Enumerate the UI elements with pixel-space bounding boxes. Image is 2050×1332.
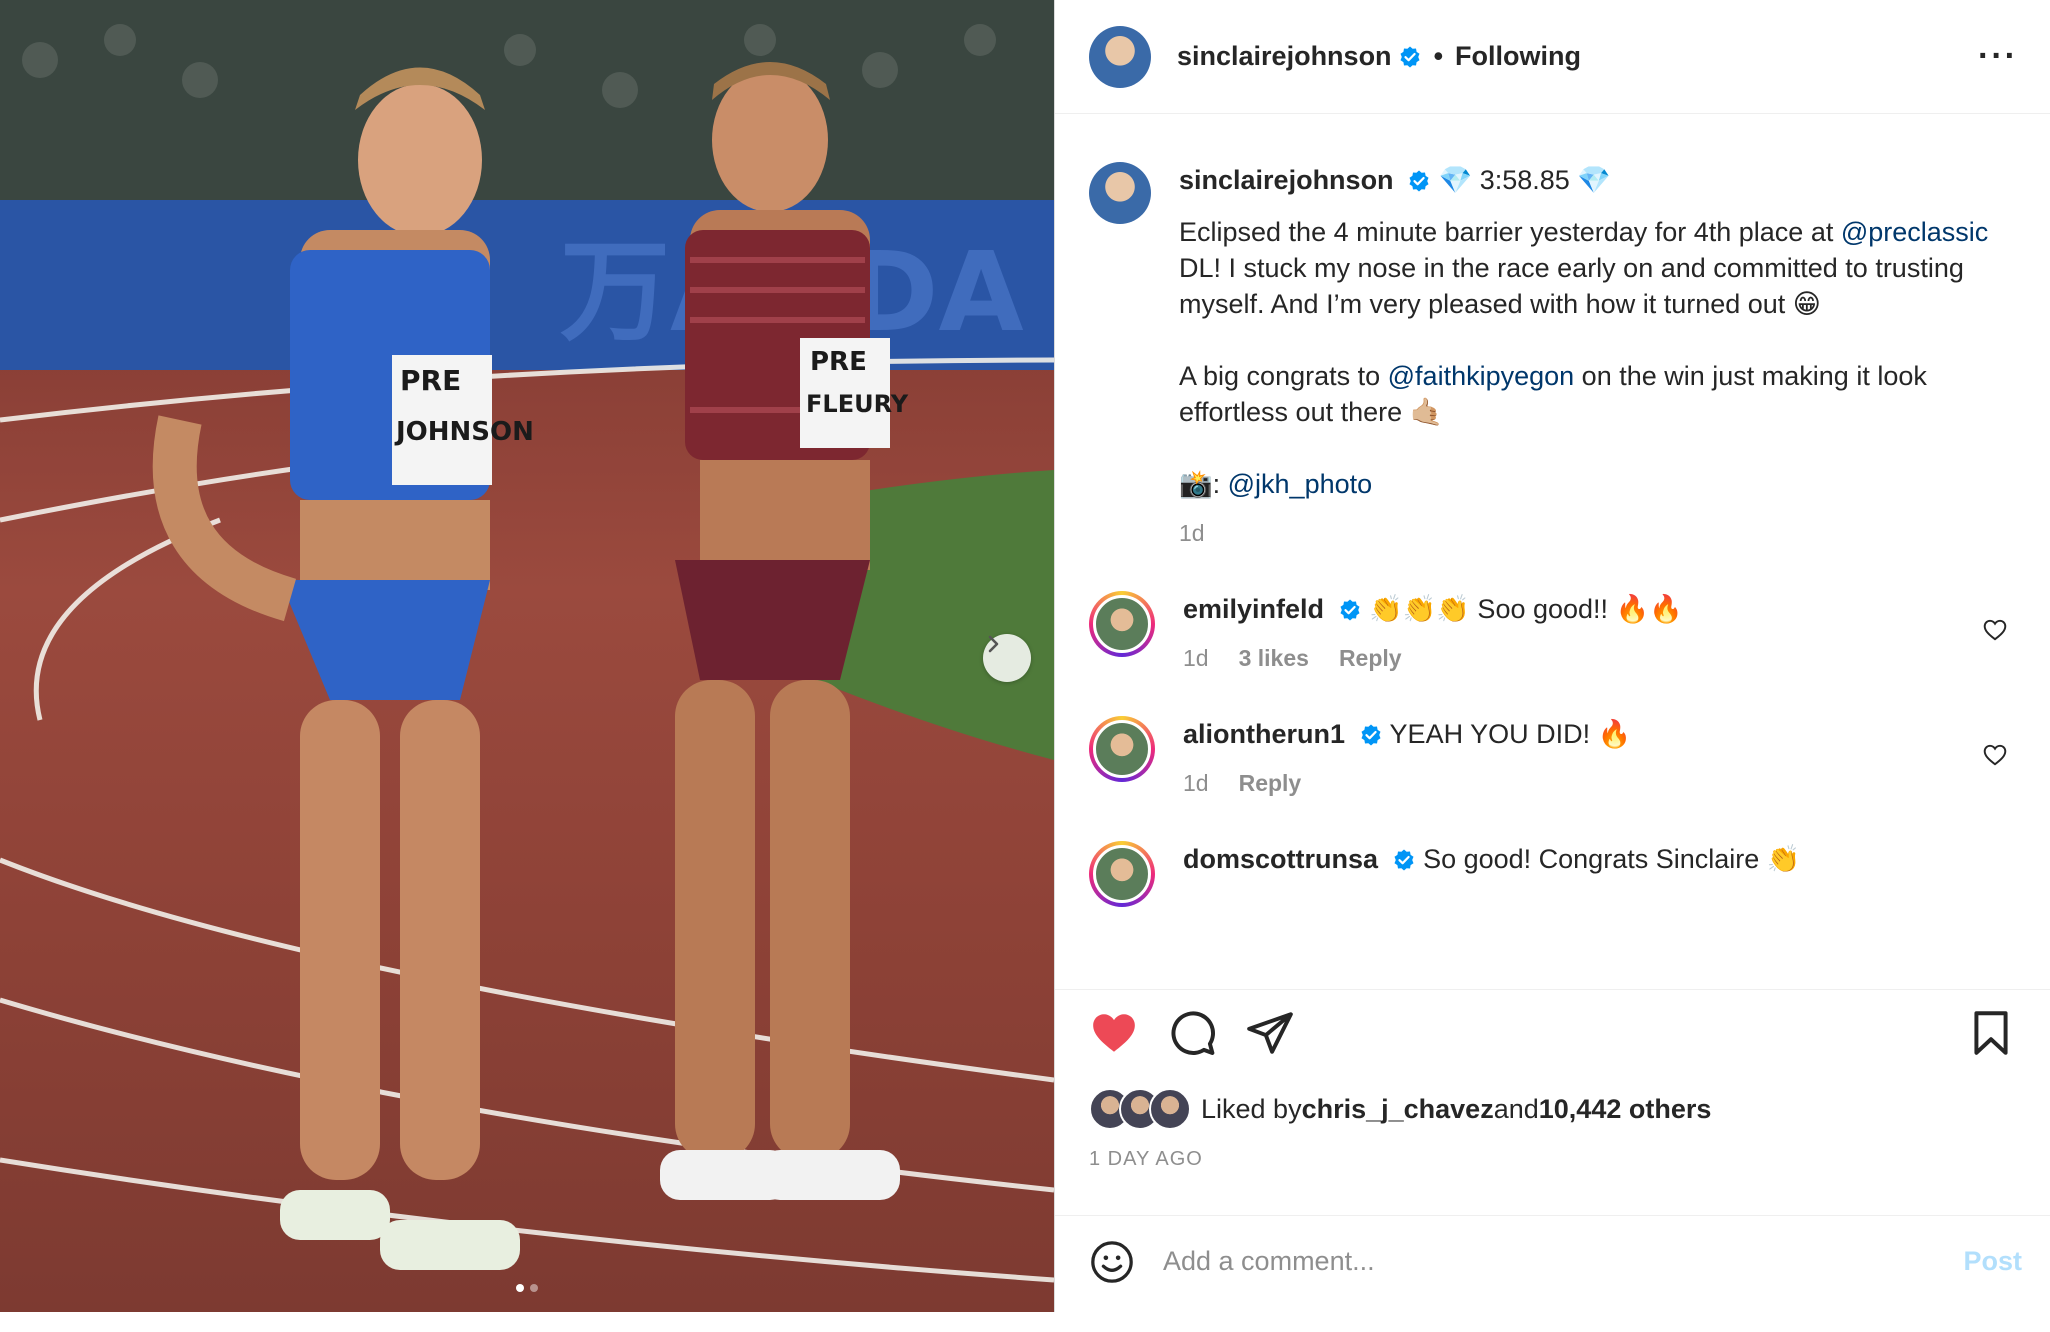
post-actions: Liked by chris_j_chavez and 10,442 other… bbox=[1055, 989, 2050, 1332]
comment-time[interactable]: 1d bbox=[1183, 645, 1209, 672]
verified-badge-icon bbox=[1340, 599, 1360, 621]
post-header: sinclairejohnson • Following ··· bbox=[1055, 0, 2050, 114]
caption-avatar[interactable] bbox=[1089, 162, 1151, 224]
caption-username[interactable]: sinclairejohnson bbox=[1179, 165, 1394, 195]
svg-text:JOHNSON: JOHNSON bbox=[394, 417, 534, 447]
share-icon[interactable] bbox=[1245, 1008, 1295, 1058]
comment-item: emilyinfeld 👏👏👏 Soo good!! 🔥🔥 1d 3 likes… bbox=[1089, 591, 2016, 672]
comments-list[interactable]: sinclairejohnson 💎 3:58.85 💎 Eclipsed th… bbox=[1055, 114, 2050, 989]
carousel-dots bbox=[516, 1284, 538, 1292]
comment-input[interactable] bbox=[1161, 1245, 1964, 1278]
caption-title: 💎 3:58.85 💎 bbox=[1438, 165, 1611, 195]
likes-and: and bbox=[1493, 1093, 1539, 1124]
comment-avatar[interactable] bbox=[1089, 841, 1155, 907]
comment-username[interactable]: domscottrunsa bbox=[1183, 844, 1378, 874]
comment-avatar[interactable] bbox=[1089, 591, 1155, 657]
likes-summary: Liked by chris_j_chavez and 10,442 other… bbox=[1089, 1088, 2016, 1130]
liker-avatars bbox=[1089, 1088, 1191, 1130]
comment-text: YEAH YOU DID! 🔥 bbox=[1389, 719, 1632, 749]
author-avatar[interactable] bbox=[1089, 25, 1151, 88]
carousel-dot bbox=[530, 1284, 538, 1292]
comment-likes[interactable]: 3 likes bbox=[1239, 645, 1309, 672]
track-scene: 万ANDA PRE JOHNSON bbox=[0, 0, 1054, 1283]
caption-text-part: A big congrats to bbox=[1179, 361, 1388, 391]
verified-badge-icon bbox=[1394, 849, 1414, 871]
carousel-dot bbox=[516, 1284, 524, 1292]
caption-text: Eclipsed the 4 minute barrier yesterday … bbox=[1179, 214, 2016, 502]
post-comment-button[interactable]: Post bbox=[1963, 1246, 2022, 1277]
svg-text:PRE: PRE bbox=[810, 347, 867, 377]
verified-badge-icon bbox=[1400, 46, 1420, 67]
svg-text:PRE: PRE bbox=[400, 364, 461, 397]
like-comment-heart-icon[interactable] bbox=[1982, 617, 2008, 643]
caption-entry: sinclairejohnson 💎 3:58.85 💎 Eclipsed th… bbox=[1089, 162, 2016, 547]
save-bookmark-icon[interactable] bbox=[1966, 1008, 2016, 1058]
caption-time[interactable]: 1d bbox=[1179, 520, 1205, 547]
mention-link[interactable]: @jkh_photo bbox=[1228, 469, 1373, 499]
comment-text: So good! Congrats Sinclaire 👏 bbox=[1423, 844, 1801, 874]
comment-item: aliontherun1 YEAH YOU DID! 🔥 1d Reply bbox=[1089, 716, 2016, 797]
liker-avatar bbox=[1149, 1088, 1191, 1130]
comment-avatar[interactable] bbox=[1089, 716, 1155, 782]
header-separator: • bbox=[1433, 41, 1444, 71]
author-username[interactable]: sinclairejohnson bbox=[1177, 41, 1392, 72]
svg-text:FLEURY: FLEURY bbox=[806, 390, 909, 418]
like-heart-icon[interactable] bbox=[1089, 1008, 1139, 1058]
emoji-icon[interactable] bbox=[1089, 1239, 1135, 1285]
like-comment-heart-icon[interactable] bbox=[1982, 742, 2008, 768]
post-panel: sinclairejohnson • Following ··· sinclai… bbox=[1054, 0, 2050, 1312]
mention-link[interactable]: @faithkipyegon bbox=[1388, 361, 1575, 391]
liked-by-user[interactable]: chris_j_chavez bbox=[1302, 1094, 1494, 1125]
add-comment-bar: Post bbox=[1055, 1215, 2050, 1307]
post-photo[interactable]: 万ANDA PRE JOHNSON bbox=[0, 0, 1054, 1312]
carousel-next-button[interactable] bbox=[983, 634, 1031, 682]
caption-text-part: Eclipsed the 4 minute barrier yesterday … bbox=[1179, 217, 1841, 247]
comment-username[interactable]: emilyinfeld bbox=[1183, 594, 1324, 624]
likes-others[interactable]: 10,442 others bbox=[1539, 1094, 1712, 1125]
mention-link[interactable]: @preclassic bbox=[1841, 217, 1988, 247]
comment-text: 👏👏👏 Soo good!! 🔥🔥 bbox=[1369, 594, 1683, 624]
comment-icon[interactable] bbox=[1167, 1008, 1217, 1058]
post-timestamp[interactable]: 1 DAY AGO bbox=[1089, 1148, 2016, 1171]
reply-button[interactable]: Reply bbox=[1339, 645, 1402, 672]
caption-text-part: 📸: bbox=[1179, 469, 1228, 499]
verified-badge-icon bbox=[1361, 724, 1381, 746]
more-options-icon[interactable]: ··· bbox=[1978, 37, 2018, 76]
verified-badge-icon bbox=[1409, 170, 1429, 192]
following-button[interactable]: Following bbox=[1455, 41, 1581, 72]
likes-prefix: Liked by bbox=[1201, 1093, 1302, 1124]
comment-time[interactable]: 1d bbox=[1183, 770, 1209, 797]
reply-button[interactable]: Reply bbox=[1239, 770, 1302, 797]
comment-username[interactable]: aliontherun1 bbox=[1183, 719, 1345, 749]
comment-item: domscottrunsa So good! Congrats Sinclair… bbox=[1089, 841, 2016, 907]
chevron-right-icon bbox=[988, 635, 999, 653]
